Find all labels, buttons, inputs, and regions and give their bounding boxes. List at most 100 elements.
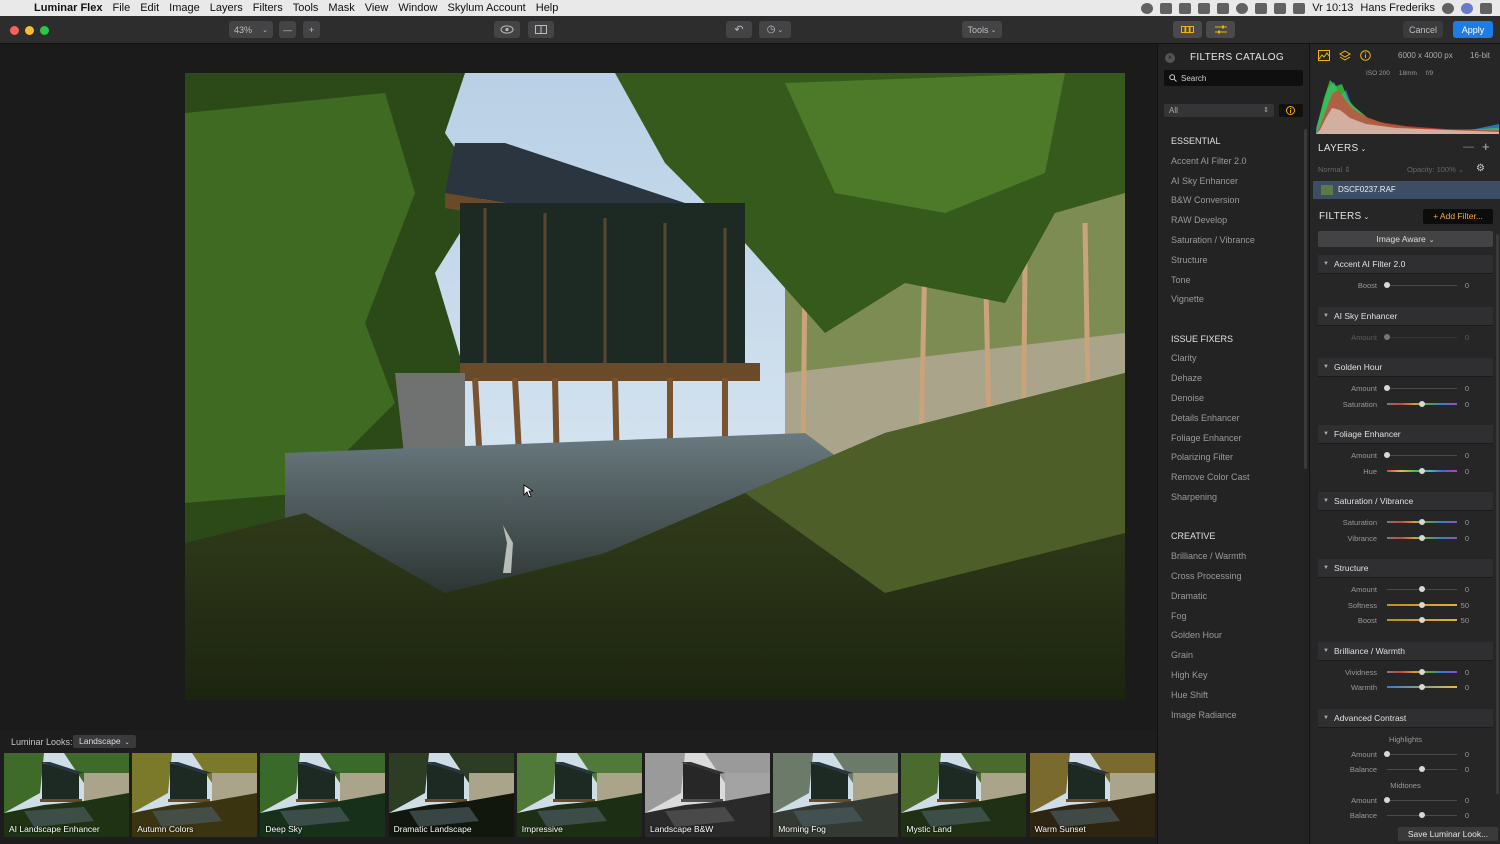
siri-icon[interactable] [1461,2,1473,14]
info-icon[interactable] [1360,50,1371,61]
catalog-item[interactable]: Grain [1171,646,1306,666]
image-canvas[interactable] [0,44,1157,730]
catalog-search-box[interactable] [1164,70,1303,86]
catalog-item[interactable]: Polarizing Filter [1171,448,1306,468]
undo-button[interactable]: ↶ [726,21,752,38]
filter-group-header[interactable]: ▼ Brilliance / Warmth [1318,641,1493,661]
look-thumbnail[interactable]: Warm Sunset [1029,753,1155,837]
image-aware-select[interactable]: Image Aware ⌄ [1318,231,1493,247]
catalog-item[interactable]: Dehaze [1171,369,1306,389]
menu-filters[interactable]: Filters [248,0,288,16]
close-window-button[interactable] [10,26,19,35]
catalog-item[interactable]: AI Sky Enhancer [1171,172,1306,192]
menu-tools[interactable]: Tools [288,0,324,16]
catalog-item[interactable]: Tone [1171,271,1306,291]
layers-header[interactable]: LAYERS ⌄ [1318,143,1367,154]
filter-group-header[interactable]: ▼ Accent AI Filter 2.0 [1318,255,1493,274]
history-button[interactable]: ◷ ⌄ [759,21,791,38]
menubar-clock[interactable]: Vr 10:13 [1312,2,1353,14]
adjustments-toggle[interactable] [1206,21,1235,38]
slider-knob[interactable] [1419,617,1425,623]
catalog-item[interactable]: Denoise [1171,389,1306,409]
disclosure-triangle-icon[interactable]: ▼ [1323,307,1329,326]
zoom-select[interactable]: 43% ⌄ [229,21,273,38]
remove-layer-button[interactable]: — [1463,141,1474,153]
apply-button[interactable]: Apply [1453,21,1493,38]
disclosure-triangle-icon[interactable]: ▼ [1323,709,1329,728]
slider-knob[interactable] [1384,333,1390,340]
slider-track[interactable] [1387,336,1457,338]
menu-app[interactable]: Luminar Flex [30,0,107,16]
disclosure-triangle-icon[interactable]: ▼ [1323,492,1329,511]
slider-knob[interactable] [1419,684,1425,690]
disclosure-triangle-icon[interactable]: ▼ [1323,559,1329,578]
catalog-item[interactable]: Structure [1171,251,1306,271]
catalog-item[interactable]: Dramatic [1171,587,1306,607]
menu-help[interactable]: Help [531,0,564,16]
slider-knob[interactable] [1384,282,1390,288]
catalog-item[interactable]: Hue Shift [1171,686,1306,706]
menu-edit[interactable]: Edit [135,0,164,16]
menubar-user[interactable]: Hans Frederiks [1360,2,1435,14]
shield-icon[interactable] [1179,2,1192,14]
preview-button[interactable] [494,21,520,38]
slider-knob[interactable] [1419,601,1425,608]
menu-file[interactable]: File [107,0,135,16]
slider-track[interactable] [1387,388,1457,389]
slider-track[interactable] [1387,285,1457,286]
cloud-icon[interactable] [1217,2,1230,14]
catalog-search-input[interactable] [1181,70,1299,86]
look-thumbnail[interactable]: Morning Fog [773,753,899,837]
menu-mask[interactable]: Mask [323,0,359,16]
layer-item[interactable]: DSCF0237.RAF [1313,181,1500,199]
looks-category-select[interactable]: Landscape ⌄ [73,735,136,748]
slider-knob[interactable] [1419,766,1425,772]
cancel-button[interactable]: Cancel [1403,21,1443,38]
slider-track[interactable] [1387,455,1457,456]
notification-center-icon[interactable] [1480,2,1492,14]
menu-view[interactable]: View [360,0,394,16]
spotlight-icon[interactable] [1442,2,1454,14]
blend-mode-select[interactable]: Normal ⇕ [1318,165,1351,174]
catalog-filter-select[interactable]: All ⇕ [1164,104,1274,117]
slider-knob[interactable] [1419,586,1425,592]
catalog-item[interactable]: Remove Color Cast [1171,468,1306,488]
look-thumbnail[interactable]: Mystic Land [901,753,1027,837]
slider-knob[interactable] [1384,750,1390,757]
opacity-select[interactable]: Opacity: 100% ⌄ [1407,165,1464,174]
catalog-item[interactable]: High Key [1171,666,1306,686]
minimize-window-button[interactable] [25,26,34,35]
look-thumbnail[interactable]: Deep Sky [260,753,386,837]
save-luminar-look-button[interactable]: Save Luminar Look... [1398,827,1498,841]
slider-knob[interactable] [1419,400,1425,407]
tools-menu-button[interactable]: Tools ⌄ [962,21,1002,38]
status-icon[interactable] [1141,2,1154,14]
catalog-item[interactable]: Accent AI Filter 2.0 [1171,152,1306,172]
catalog-info-button[interactable] [1279,104,1303,117]
filter-group-header[interactable]: ▼ Structure [1318,559,1493,578]
time-machine-icon[interactable] [1236,2,1249,14]
filter-group-header[interactable]: ▼ Foliage Enhancer [1318,425,1493,444]
catalog-item[interactable]: Golden Hour [1171,626,1306,646]
flame-icon[interactable] [1198,2,1211,14]
disclosure-triangle-icon[interactable]: ▼ [1323,358,1329,377]
gear-icon[interactable]: ⚙ [1476,163,1485,174]
add-filter-button[interactable]: + Add Filter... [1423,209,1493,224]
disclosure-triangle-icon[interactable]: ▼ [1323,642,1329,661]
zoom-in-button[interactable]: + [303,21,320,38]
skype-icon[interactable] [1160,2,1173,14]
catalog-item[interactable]: Saturation / Vibrance [1171,231,1306,251]
look-thumbnail[interactable]: Landscape B&W [645,753,770,837]
look-thumbnail[interactable]: Dramatic Landscape [388,753,514,837]
slider-knob[interactable] [1384,385,1390,391]
catalog-item[interactable]: Image Radiance [1171,706,1306,722]
catalog-item[interactable]: Foliage Enhancer [1171,429,1306,449]
catalog-item[interactable]: Brilliance / Warmth [1171,547,1306,567]
menu-layers[interactable]: Layers [205,0,248,16]
catalog-item[interactable]: RAW Develop [1171,211,1306,231]
compare-button[interactable] [528,21,554,38]
menu-skylum-account[interactable]: Skylum Account [442,0,530,16]
filter-group-header[interactable]: ▼ Golden Hour [1318,358,1493,377]
slider-track[interactable] [1387,799,1457,801]
menu-image[interactable]: Image [164,0,205,16]
